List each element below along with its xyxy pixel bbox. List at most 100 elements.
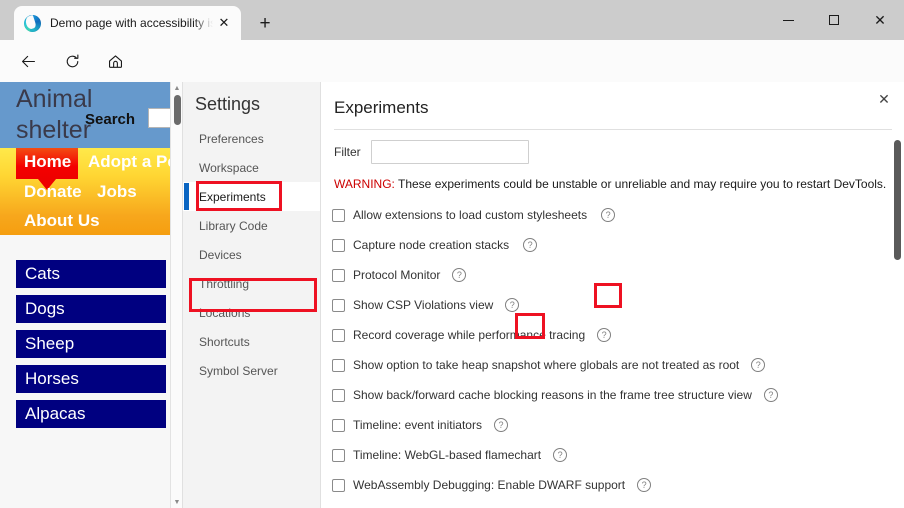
close-icon: ✕ [874, 12, 886, 28]
help-icon[interactable]: ? [505, 298, 520, 312]
help-icon[interactable]: ? [523, 238, 538, 252]
experiment-label: Timeline: event initiators [353, 418, 482, 432]
tab-strip: Demo page with accessibility issues ✕ + … [0, 0, 904, 40]
warning-body: These experiments could be unstable or u… [394, 177, 887, 191]
divider [334, 129, 892, 130]
experiment-label: Show CSP Violations view [353, 298, 494, 312]
nav-item-jobs[interactable]: Jobs [97, 182, 137, 202]
window-close-button[interactable]: ✕ [857, 0, 903, 40]
filter-row: Filter [334, 140, 529, 164]
scroll-down-arrow-icon[interactable]: ▼ [171, 496, 182, 508]
browser-window: Demo page with accessibility issues ✕ + … [0, 0, 904, 508]
nav-item-adopt-a-pet[interactable]: Adopt a Pet [88, 152, 182, 172]
back-button[interactable] [14, 47, 42, 75]
search-label: Search [85, 111, 136, 128]
minimize-button[interactable] [765, 0, 811, 40]
scroll-up-arrow-icon[interactable]: ▲ [171, 82, 182, 94]
new-tab-button[interactable]: + [252, 11, 278, 35]
warning-prefix: WARNING: [334, 177, 395, 191]
experiment-label: Timeline: WebGL-based flamechart [353, 448, 542, 462]
minimize-icon [782, 19, 794, 21]
category-list: Cats Dogs Sheep Horses Alpacas [0, 260, 182, 435]
list-item[interactable]: Horses [16, 365, 166, 393]
filter-label: Filter [334, 145, 361, 159]
devtools-settings-dialog: Settings Preferences Workspace Experimen… [183, 82, 904, 508]
list-item[interactable]: Sheep [16, 330, 166, 358]
help-icon[interactable]: ? [763, 388, 778, 402]
sidebar-item-workspace[interactable]: Workspace [183, 153, 320, 182]
nav-item-donate[interactable]: Donate [24, 182, 82, 202]
experiment-checkbox[interactable] [332, 268, 345, 282]
maximize-button[interactable] [811, 0, 857, 40]
filter-input[interactable] [370, 140, 529, 164]
demo-web-page: Animal shelter Search Home Adopt a Pet D… [0, 82, 182, 508]
page-title: Experiments [334, 98, 429, 117]
experiment-row[interactable]: Capture node creation stacks ? [332, 230, 877, 260]
experiment-checkbox[interactable] [332, 478, 345, 492]
devtools-scrollbar[interactable] [893, 140, 902, 500]
sidebar-item-locations[interactable]: Locations [183, 298, 320, 327]
site-header: Animal shelter Search [0, 82, 182, 148]
experiment-row[interactable]: Show back/forward cache blocking reasons… [332, 380, 877, 410]
help-icon[interactable]: ? [493, 418, 508, 432]
list-item[interactable]: Alpacas [16, 400, 166, 428]
edge-logo-icon [24, 14, 41, 32]
close-icon[interactable]: ✕ [215, 14, 233, 32]
close-icon[interactable]: ✕ [874, 89, 894, 109]
help-icon[interactable]: ? [751, 358, 766, 372]
experiment-checkbox[interactable] [332, 238, 345, 252]
sidebar-item-devices[interactable]: Devices [183, 240, 320, 269]
home-icon [108, 54, 122, 68]
scrollbar-thumb[interactable] [174, 95, 181, 125]
help-icon[interactable]: ? [601, 208, 616, 222]
experiment-row[interactable]: Allow extensions to load custom styleshe… [332, 200, 877, 230]
page-scrollbar[interactable]: ▲ ▼ [170, 82, 182, 508]
experiment-row[interactable]: WebAssembly Debugging: Enable DWARF supp… [332, 470, 877, 500]
experiment-checkbox[interactable] [332, 418, 345, 432]
sidebar-item-experiments[interactable]: Experiments [183, 182, 320, 211]
experiment-checkbox[interactable] [332, 328, 345, 342]
maximize-icon [829, 15, 839, 25]
settings-content-panel: ✕ Experiments Filter WARNING: These expe… [321, 82, 904, 508]
experiment-label: Show back/forward cache blocking reasons… [353, 388, 752, 402]
sidebar-item-preferences[interactable]: Preferences [183, 124, 320, 153]
sidebar-item-shortcuts[interactable]: Shortcuts [183, 327, 320, 356]
experiment-label: WebAssembly Debugging: Enable DWARF supp… [353, 478, 626, 492]
help-icon[interactable]: ? [597, 328, 612, 342]
help-icon[interactable]: ? [553, 448, 568, 462]
home-button[interactable] [101, 47, 129, 75]
experiment-label: Show option to take heap snapshot where … [353, 358, 740, 372]
help-icon[interactable]: ? [452, 268, 467, 282]
experiment-row[interactable]: Protocol Monitor ? [332, 260, 877, 290]
experiment-checkbox[interactable] [332, 298, 345, 312]
sidebar-item-symbol-server[interactable]: Symbol Server [183, 356, 320, 385]
help-icon[interactable]: ? [637, 478, 652, 492]
experiment-row[interactable]: Show option to take heap snapshot where … [332, 350, 877, 380]
reload-icon [66, 53, 78, 67]
list-item[interactable]: Cats [16, 260, 166, 288]
page-viewport: Animal shelter Search Home Adopt a Pet D… [0, 82, 904, 508]
experiments-list: Allow extensions to load custom styleshe… [332, 200, 877, 500]
experiment-label: Record coverage while performance tracin… [353, 328, 586, 342]
sidebar-item-library-code[interactable]: Library Code [183, 211, 320, 240]
experiment-row[interactable]: Record coverage while performance tracin… [332, 320, 877, 350]
experiment-label: Protocol Monitor [353, 268, 441, 282]
experiment-label: Allow extensions to load custom styleshe… [353, 208, 588, 222]
experiment-row[interactable]: Timeline: event initiators ? [332, 410, 877, 440]
experiment-row[interactable]: Show CSP Violations view ? [332, 290, 877, 320]
scrollbar-thumb[interactable] [894, 140, 901, 260]
experiment-checkbox[interactable] [332, 208, 345, 222]
experiment-checkbox[interactable] [332, 448, 345, 462]
experiment-checkbox[interactable] [332, 388, 345, 402]
site-navigation: Home Adopt a Pet Donate Jobs About Us [0, 148, 182, 235]
browser-tab[interactable]: Demo page with accessibility issues ✕ [14, 6, 241, 40]
settings-heading: Settings [195, 94, 261, 114]
list-item[interactable]: Dogs [16, 295, 166, 323]
experiment-checkbox[interactable] [332, 358, 345, 372]
reload-button[interactable] [58, 47, 86, 75]
settings-sidebar: Settings Preferences Workspace Experimen… [183, 82, 321, 508]
nav-item-about-us[interactable]: About Us [24, 211, 100, 231]
experiment-row[interactable]: Timeline: WebGL-based flamechart ? [332, 440, 877, 470]
experiment-label: Capture node creation stacks [353, 238, 510, 252]
sidebar-item-throttling[interactable]: Throttling [183, 269, 320, 298]
